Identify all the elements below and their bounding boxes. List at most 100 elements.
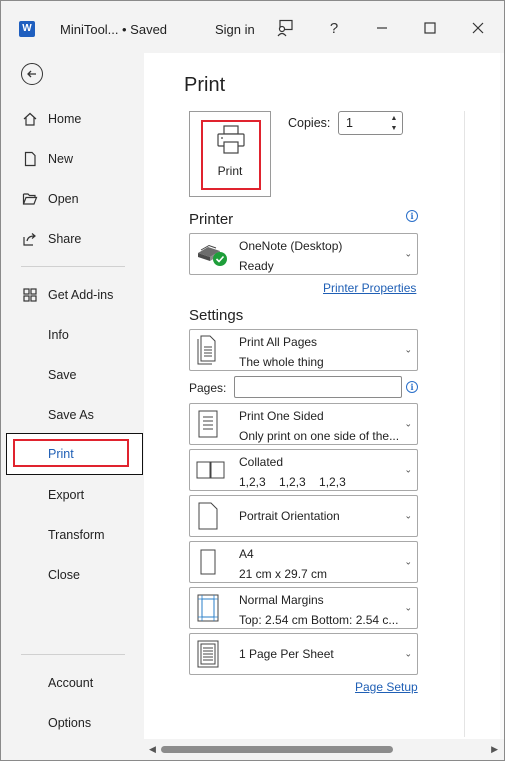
portrait-icon — [198, 502, 218, 530]
decrement-icon[interactable]: ▼ — [389, 123, 399, 133]
print-range-title: Print All Pages — [239, 335, 318, 349]
collation-desc: 1,2,3 1,2,3 1,2,3 — [239, 475, 346, 489]
pages-per-sheet-title: 1 Page Per Sheet — [239, 647, 334, 661]
sidebar-item-label: Transform — [48, 528, 105, 542]
sidebar-item-label: Info — [48, 328, 69, 342]
printer-select[interactable]: OneNote (Desktop) Ready ⌄ — [189, 233, 418, 275]
sidebar-item-label: Options — [48, 716, 92, 730]
sidebar-item-account[interactable]: Account — [1, 670, 144, 696]
preview-divider — [464, 111, 465, 737]
coauthor-icon[interactable] — [274, 17, 296, 39]
copies-label: Copies: — [288, 116, 331, 130]
save-status: • Saved — [122, 22, 168, 37]
scroll-right-icon[interactable]: ▶ — [491, 744, 498, 755]
info-icon[interactable]: i — [406, 210, 418, 222]
pages-per-sheet-icon — [197, 640, 219, 668]
add-ins-icon — [21, 286, 39, 304]
sidebar-item-label: Share — [48, 232, 82, 246]
collation-select[interactable]: Collated 1,2,3 1,2,3 1,2,3 ⌄ — [189, 449, 418, 491]
copies-value: 1 — [346, 116, 353, 130]
sidebar-item-label: New — [48, 152, 74, 166]
sidebar-item-save-as[interactable]: Save As — [1, 402, 144, 428]
chevron-down-icon: ⌄ — [404, 418, 412, 429]
sides-select[interactable]: Print One Sided Only print on one side o… — [189, 403, 418, 445]
chevron-down-icon: ⌄ — [404, 648, 412, 659]
sidebar-item-get-add-ins[interactable]: Get Add-ins — [1, 282, 144, 308]
sidebar-item-save[interactable]: Save — [1, 362, 144, 388]
increment-icon[interactable]: ▲ — [389, 113, 399, 123]
pages-per-sheet-select[interactable]: 1 Page Per Sheet ⌄ — [189, 633, 418, 675]
printer-properties-link[interactable]: Printer Properties — [323, 281, 416, 295]
horizontal-scrollbar[interactable]: ◀ ▶ — [144, 739, 504, 760]
sidebar-item-share[interactable]: Share — [1, 226, 144, 252]
chevron-down-icon: ⌄ — [404, 464, 412, 475]
sign-in-link[interactable]: Sign in — [215, 22, 255, 37]
printer-icon — [217, 125, 245, 154]
sidebar-item-print[interactable]: Print — [1, 441, 144, 467]
sidebar-divider — [21, 654, 125, 655]
print-range-desc: The whole thing — [239, 355, 324, 369]
open-folder-icon — [21, 190, 39, 208]
printer-heading: Printer — [189, 211, 234, 228]
info-icon[interactable]: i — [406, 381, 418, 393]
margins-select[interactable]: Normal Margins Top: 2.54 cm Bottom: 2.54… — [189, 587, 418, 629]
document-title: MiniTool... — [60, 22, 119, 37]
chevron-down-icon: ⌄ — [404, 248, 412, 259]
sidebar-item-label: Save — [48, 368, 77, 382]
page-title: Print — [184, 74, 226, 96]
sidebar-item-new[interactable]: New — [1, 146, 144, 172]
collation-title: Collated — [239, 455, 284, 469]
paper-size-icon — [200, 549, 216, 575]
close-icon[interactable] — [467, 17, 489, 39]
sidebar-item-home[interactable]: Home — [1, 106, 144, 132]
sidebar-item-label: Export — [48, 488, 85, 502]
print-button[interactable]: Print — [189, 111, 271, 197]
pages-label: Pages: — [189, 381, 227, 395]
backstage-sidebar: Home New Open Share Get Add-ins Info Sav… — [1, 53, 144, 760]
sidebar-item-export[interactable]: Export — [1, 482, 144, 508]
orientation-title: Portrait Orientation — [239, 509, 340, 523]
sidebar-item-label: Account — [48, 676, 94, 690]
pages-icon — [197, 335, 216, 365]
title-bar: W MiniTool... • Saved Sign in ? — [1, 1, 504, 53]
chevron-down-icon: ⌄ — [404, 556, 412, 567]
sidebar-item-label: Close — [48, 568, 80, 582]
sidebar-item-label: Print — [48, 447, 74, 461]
printer-name: OneNote (Desktop) — [239, 239, 343, 253]
chevron-down-icon: ⌄ — [404, 510, 412, 521]
sidebar-item-label: Open — [48, 192, 79, 206]
maximize-icon[interactable] — [419, 17, 441, 39]
printer-status: Ready — [239, 259, 274, 273]
sides-desc: Only print on one side of the... — [239, 429, 400, 443]
page-setup-link[interactable]: Page Setup — [355, 680, 418, 694]
one-sided-icon — [198, 410, 218, 438]
share-icon — [21, 230, 39, 248]
minimize-icon[interactable] — [371, 17, 393, 39]
copies-stepper[interactable]: 1 ▲ ▼ — [338, 111, 403, 135]
sidebar-item-label: Get Add-ins — [48, 288, 114, 302]
help-icon[interactable]: ? — [323, 17, 345, 39]
vertical-scrollbar[interactable] — [500, 53, 504, 739]
print-button-label: Print — [217, 164, 243, 178]
print-range-select[interactable]: Print All Pages The whole thing ⌄ — [189, 329, 418, 371]
sidebar-item-label: Save As — [48, 408, 94, 422]
sidebar-item-options[interactable]: Options — [1, 710, 144, 736]
sidebar-item-info[interactable]: Info — [1, 322, 144, 348]
paper-size-select[interactable]: A4 21 cm x 29.7 cm ⌄ — [189, 541, 418, 583]
scroll-left-icon[interactable]: ◀ — [149, 744, 156, 755]
sidebar-item-close[interactable]: Close — [1, 562, 144, 588]
sidebar-item-open[interactable]: Open — [1, 186, 144, 212]
settings-heading: Settings — [189, 307, 244, 324]
orientation-select[interactable]: Portrait Orientation ⌄ — [189, 495, 418, 537]
margins-icon — [197, 594, 219, 622]
scrollbar-thumb[interactable] — [161, 746, 393, 753]
back-arrow-icon[interactable] — [21, 63, 43, 85]
margins-title: Normal Margins — [239, 593, 324, 607]
printer-status-icon — [198, 244, 227, 266]
home-icon — [21, 110, 39, 128]
chevron-down-icon: ⌄ — [404, 344, 412, 355]
sidebar-divider — [21, 266, 125, 267]
new-document-icon — [21, 150, 39, 168]
sidebar-item-transform[interactable]: Transform — [1, 522, 144, 548]
pages-input[interactable] — [234, 376, 402, 398]
